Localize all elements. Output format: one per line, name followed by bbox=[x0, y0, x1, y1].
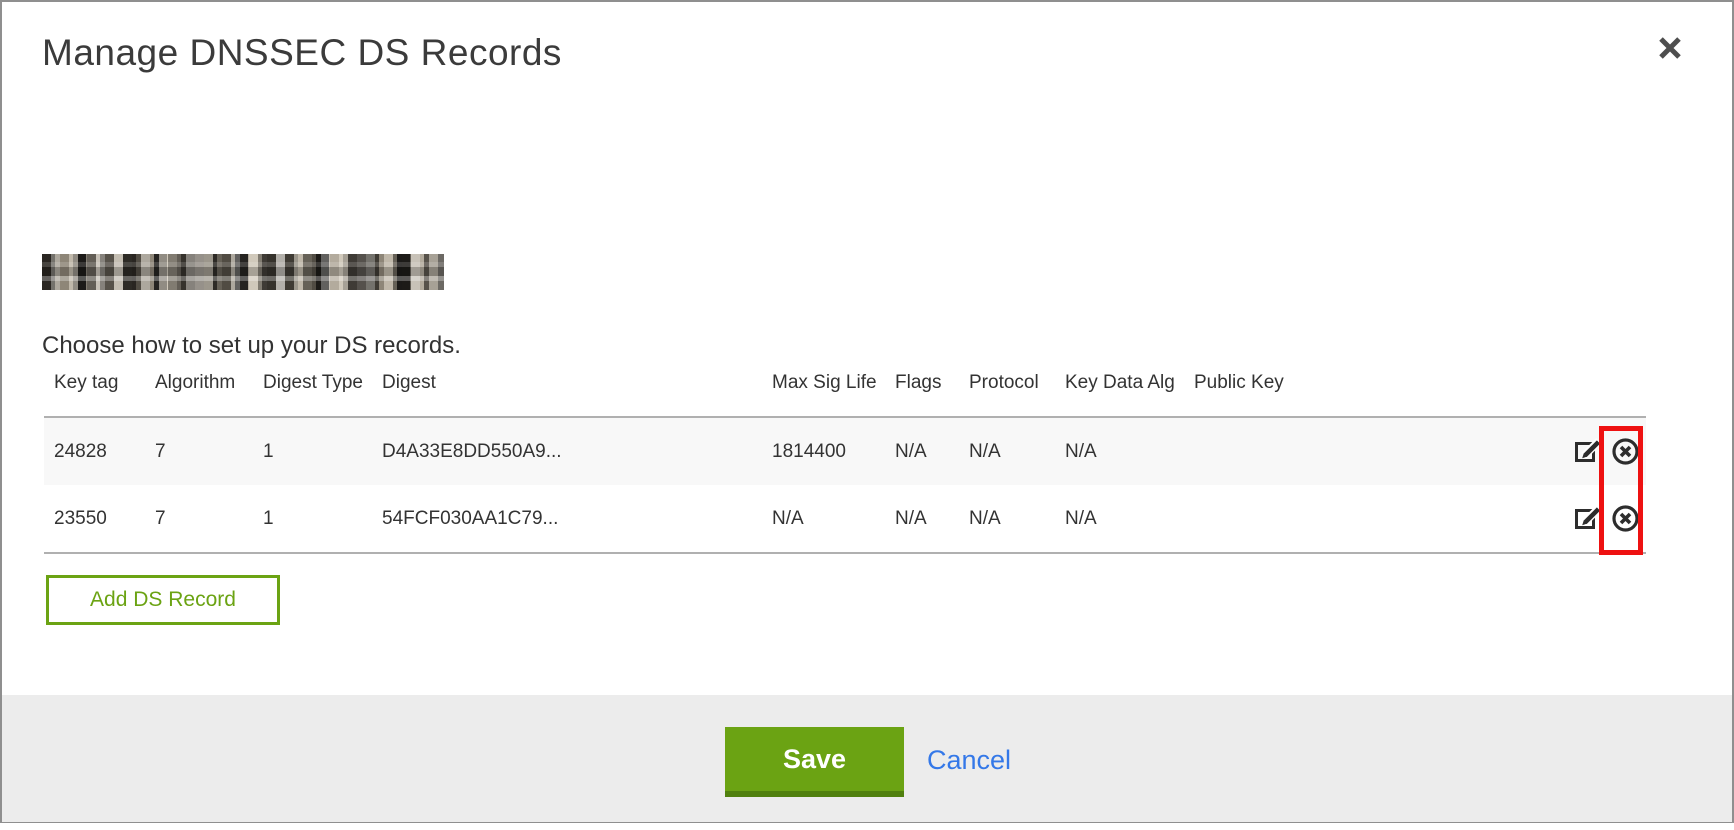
cell-max-sig-life: N/A bbox=[762, 485, 885, 553]
save-button[interactable]: Save bbox=[725, 727, 904, 797]
col-header-key-data-alg: Key Data Alg bbox=[1055, 372, 1184, 417]
cell-max-sig-life: 1814400 bbox=[762, 417, 885, 485]
col-header-algorithm: Algorithm bbox=[145, 372, 253, 417]
add-ds-record-button[interactable]: Add DS Record bbox=[46, 575, 280, 625]
row-actions bbox=[1558, 417, 1646, 485]
cell-public-key bbox=[1184, 485, 1558, 553]
ds-records-table: Key tag Algorithm Digest Type Digest Max… bbox=[44, 372, 1646, 554]
cell-protocol: N/A bbox=[959, 417, 1055, 485]
page-title: Manage DNSSEC DS Records bbox=[42, 32, 562, 74]
table-row: 24828 7 1 D4A33E8DD550A9... 1814400 N/A … bbox=[44, 417, 1646, 485]
table-header-row: Key tag Algorithm Digest Type Digest Max… bbox=[44, 372, 1646, 417]
col-header-flags: Flags bbox=[885, 372, 959, 417]
table-row: 23550 7 1 54FCF030AA1C79... N/A N/A N/A … bbox=[44, 485, 1646, 553]
pencil-square-icon bbox=[1574, 438, 1601, 465]
row-actions bbox=[1558, 485, 1646, 553]
cell-algorithm: 7 bbox=[145, 485, 253, 553]
col-header-max-sig-life: Max Sig Life bbox=[762, 372, 885, 417]
cell-flags: N/A bbox=[885, 485, 959, 553]
circle-x-icon bbox=[1611, 437, 1640, 466]
redacted-domain-name bbox=[42, 254, 444, 290]
x-icon bbox=[1655, 33, 1685, 63]
cell-key-data-alg: N/A bbox=[1055, 485, 1184, 553]
col-header-actions bbox=[1558, 372, 1646, 417]
close-icon[interactable] bbox=[1652, 30, 1688, 66]
delete-record-button[interactable] bbox=[1611, 504, 1640, 533]
cell-key-tag: 23550 bbox=[44, 485, 145, 553]
dnssec-dialog: Manage DNSSEC DS Records Choose how to s… bbox=[0, 0, 1734, 823]
cell-protocol: N/A bbox=[959, 485, 1055, 553]
dialog-footer: Save Cancel bbox=[2, 695, 1732, 822]
circle-x-icon bbox=[1611, 504, 1640, 533]
cell-key-tag: 24828 bbox=[44, 417, 145, 485]
cell-digest-type: 1 bbox=[253, 485, 372, 553]
col-header-key-tag: Key tag bbox=[44, 372, 145, 417]
cancel-link[interactable]: Cancel bbox=[927, 745, 1011, 776]
edit-record-button[interactable] bbox=[1574, 505, 1601, 532]
cell-digest: 54FCF030AA1C79... bbox=[372, 485, 762, 553]
cell-digest: D4A33E8DD550A9... bbox=[372, 417, 762, 485]
pencil-square-icon bbox=[1574, 505, 1601, 532]
delete-record-button[interactable] bbox=[1611, 437, 1640, 466]
cell-public-key bbox=[1184, 417, 1558, 485]
col-header-public-key: Public Key bbox=[1184, 372, 1558, 417]
col-header-protocol: Protocol bbox=[959, 372, 1055, 417]
cell-digest-type: 1 bbox=[253, 417, 372, 485]
edit-record-button[interactable] bbox=[1574, 438, 1601, 465]
col-header-digest: Digest bbox=[372, 372, 762, 417]
cell-algorithm: 7 bbox=[145, 417, 253, 485]
cell-key-data-alg: N/A bbox=[1055, 417, 1184, 485]
col-header-digest-type: Digest Type bbox=[253, 372, 372, 417]
instruction-text: Choose how to set up your DS records. bbox=[42, 332, 461, 360]
cell-flags: N/A bbox=[885, 417, 959, 485]
